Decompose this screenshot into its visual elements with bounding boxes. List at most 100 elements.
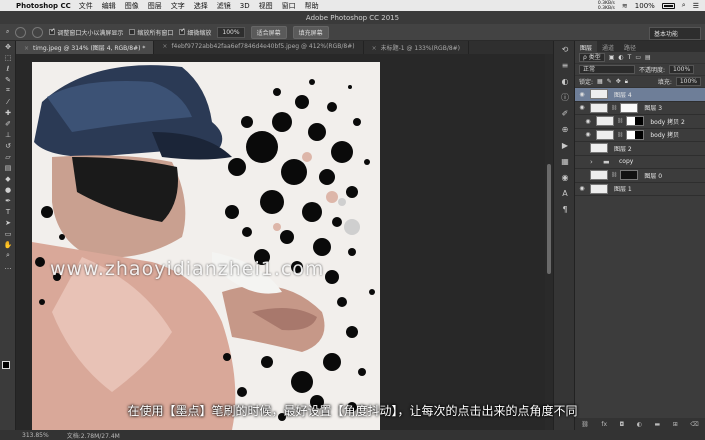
- filter-pixel-icon[interactable]: ▣: [609, 54, 615, 61]
- history-panel-icon[interactable]: ⟲: [554, 41, 576, 57]
- pen-tool-icon[interactable]: ✒: [0, 195, 16, 206]
- lock-move-icon[interactable]: ✥: [616, 78, 621, 85]
- eye-icon[interactable]: ◉: [583, 131, 593, 138]
- new-group-icon[interactable]: ▬: [655, 421, 661, 428]
- spotlight-icon[interactable]: ⌕: [682, 1, 686, 10]
- checkbox-icon[interactable]: [129, 29, 136, 35]
- tab-layers[interactable]: 图层: [575, 41, 598, 52]
- close-icon[interactable]: ×: [24, 45, 29, 52]
- more-tools-icon[interactable]: …: [0, 261, 16, 272]
- blend-mode-select[interactable]: 正常: [579, 65, 635, 74]
- actions-panel-icon[interactable]: ▶: [554, 137, 576, 153]
- menu-view[interactable]: 视图: [259, 1, 273, 11]
- gradient-tool-icon[interactable]: ▤: [0, 162, 16, 173]
- paragraph-panel-icon[interactable]: ¶: [554, 201, 576, 217]
- layer-row[interactable]: ◉ ⛓ body 拷贝 2: [575, 115, 705, 129]
- zoom-out-icon[interactable]: [32, 26, 44, 38]
- layer-name[interactable]: 图层 4: [614, 90, 632, 99]
- menu-layer[interactable]: 图层: [148, 1, 162, 11]
- info-panel-icon[interactable]: ⓘ: [554, 89, 576, 105]
- eye-icon[interactable]: ◉: [583, 118, 593, 125]
- resize-windows-checkbox[interactable]: 调整窗口大小以满屏显示: [49, 27, 123, 37]
- zoom-tool-icon[interactable]: ⌕: [6, 28, 9, 36]
- link-layers-icon[interactable]: ⛓: [581, 421, 589, 428]
- character-panel-icon[interactable]: A: [554, 185, 576, 201]
- close-icon[interactable]: ×: [372, 45, 377, 52]
- layer-row[interactable]: ◉ 图层 1: [575, 183, 705, 196]
- properties-panel-icon[interactable]: ≡: [554, 57, 576, 73]
- layer-mask-thumbnail[interactable]: [626, 129, 645, 140]
- status-zoom[interactable]: 313.85%: [22, 432, 49, 439]
- layer-mask-thumbnail[interactable]: [620, 102, 639, 113]
- battery-icon[interactable]: [661, 2, 675, 9]
- filter-adjust-icon[interactable]: ◐: [618, 54, 623, 61]
- menu-file[interactable]: 文件: [79, 1, 93, 11]
- blur-tool-icon[interactable]: ◆: [0, 173, 16, 184]
- menu-image[interactable]: 图像: [125, 1, 139, 11]
- brush-panel-icon[interactable]: ✐: [554, 105, 576, 121]
- hand-tool-icon[interactable]: ✋: [0, 239, 16, 250]
- menu-type[interactable]: 文字: [171, 1, 185, 11]
- chevron-right-icon[interactable]: ›: [590, 158, 600, 166]
- layer-group-row[interactable]: › ▬ copy: [575, 156, 705, 169]
- status-doc-size[interactable]: 文档:2.78M/27.4M: [67, 431, 120, 440]
- filter-shape-icon[interactable]: ▭: [635, 54, 641, 61]
- layer-name[interactable]: body 拷贝: [650, 130, 679, 139]
- filter-smart-icon[interactable]: ▤: [645, 54, 651, 61]
- layer-mask-thumbnail[interactable]: [620, 170, 639, 181]
- wifi-icon[interactable]: ≋: [622, 2, 628, 10]
- type-tool-icon[interactable]: T: [0, 206, 16, 217]
- canvas-vertical-scrollbar[interactable]: [545, 54, 553, 430]
- scrubby-zoom-checkbox[interactable]: 细微缩放: [179, 27, 211, 37]
- swatches-panel-icon[interactable]: ▦: [554, 153, 576, 169]
- eraser-tool-icon[interactable]: ▱: [0, 151, 16, 162]
- tab-channels[interactable]: 通道: [597, 41, 619, 52]
- checkbox-checked-icon[interactable]: [179, 27, 185, 35]
- crop-tool-icon[interactable]: ⌗: [0, 85, 16, 96]
- workspace-select[interactable]: 基本功能: [649, 27, 701, 40]
- tab-untitled[interactable]: × 未标题-1 @ 133%(RGB/8#): [364, 41, 470, 54]
- lasso-tool-icon[interactable]: ℓ: [0, 63, 16, 74]
- tab-timg[interactable]: × timg.jpeg @ 314% (图层 4, RGB/8#) *: [16, 41, 155, 54]
- layer-name[interactable]: 图层 2: [614, 144, 632, 153]
- fx-icon[interactable]: fx: [601, 421, 607, 428]
- menu-3d[interactable]: 3D: [240, 2, 250, 10]
- layer-filter-select[interactable]: ρ 类型: [579, 53, 605, 62]
- layer-mask-thumbnail[interactable]: [626, 116, 645, 127]
- trash-icon[interactable]: ⌫: [690, 421, 698, 428]
- canvas-area[interactable]: www.zhaoyidianzhei1.com: [17, 54, 545, 430]
- tab-paths[interactable]: 路径: [619, 41, 641, 52]
- adjustment-layer-icon[interactable]: ◐: [637, 421, 642, 428]
- checkbox-checked-icon[interactable]: [49, 27, 55, 35]
- menu-edit[interactable]: 编辑: [102, 1, 116, 11]
- fit-screen-button[interactable]: 适合屏幕: [250, 25, 287, 39]
- stamp-tool-icon[interactable]: ⊥: [0, 129, 16, 140]
- zoom-all-checkbox[interactable]: 缩放所有窗口: [129, 28, 173, 37]
- eye-icon[interactable]: ◉: [577, 91, 587, 98]
- layer-name[interactable]: 图层 1: [614, 184, 632, 193]
- eye-icon[interactable]: ◉: [577, 185, 587, 192]
- zoom-percent-field[interactable]: 100%: [217, 26, 245, 38]
- layer-name[interactable]: body 拷贝 2: [650, 117, 684, 126]
- quick-select-tool-icon[interactable]: ✎: [0, 74, 16, 85]
- filter-type-icon[interactable]: T: [628, 54, 632, 61]
- foreground-color-swatch[interactable]: [2, 361, 10, 369]
- menu-window[interactable]: 窗口: [282, 1, 296, 11]
- eyedropper-tool-icon[interactable]: ⁄: [0, 96, 16, 107]
- zoom-in-icon[interactable]: [15, 26, 27, 38]
- menu-select[interactable]: 选择: [194, 1, 208, 11]
- close-icon[interactable]: ×: [162, 43, 167, 50]
- layer-row[interactable]: 图层 2: [575, 142, 705, 156]
- layer-name[interactable]: 图层 0: [644, 171, 662, 180]
- new-layer-icon[interactable]: ⊞: [673, 421, 678, 428]
- scrollbar-thumb[interactable]: [547, 164, 551, 274]
- tab-f4ebf[interactable]: × f4ebf9772abb42faa6ef7846d4e40bf5.jpeg @…: [154, 41, 364, 54]
- layer-name[interactable]: 图层 3: [644, 103, 662, 112]
- shape-tool-icon[interactable]: ▭: [0, 228, 16, 239]
- notification-icon[interactable]: ☰: [693, 2, 699, 10]
- layer-name[interactable]: copy: [619, 158, 633, 165]
- healing-tool-icon[interactable]: ✚: [0, 107, 16, 118]
- opacity-field[interactable]: 100%: [669, 65, 695, 74]
- document-canvas[interactable]: [32, 62, 380, 430]
- eye-icon[interactable]: ◉: [577, 104, 587, 111]
